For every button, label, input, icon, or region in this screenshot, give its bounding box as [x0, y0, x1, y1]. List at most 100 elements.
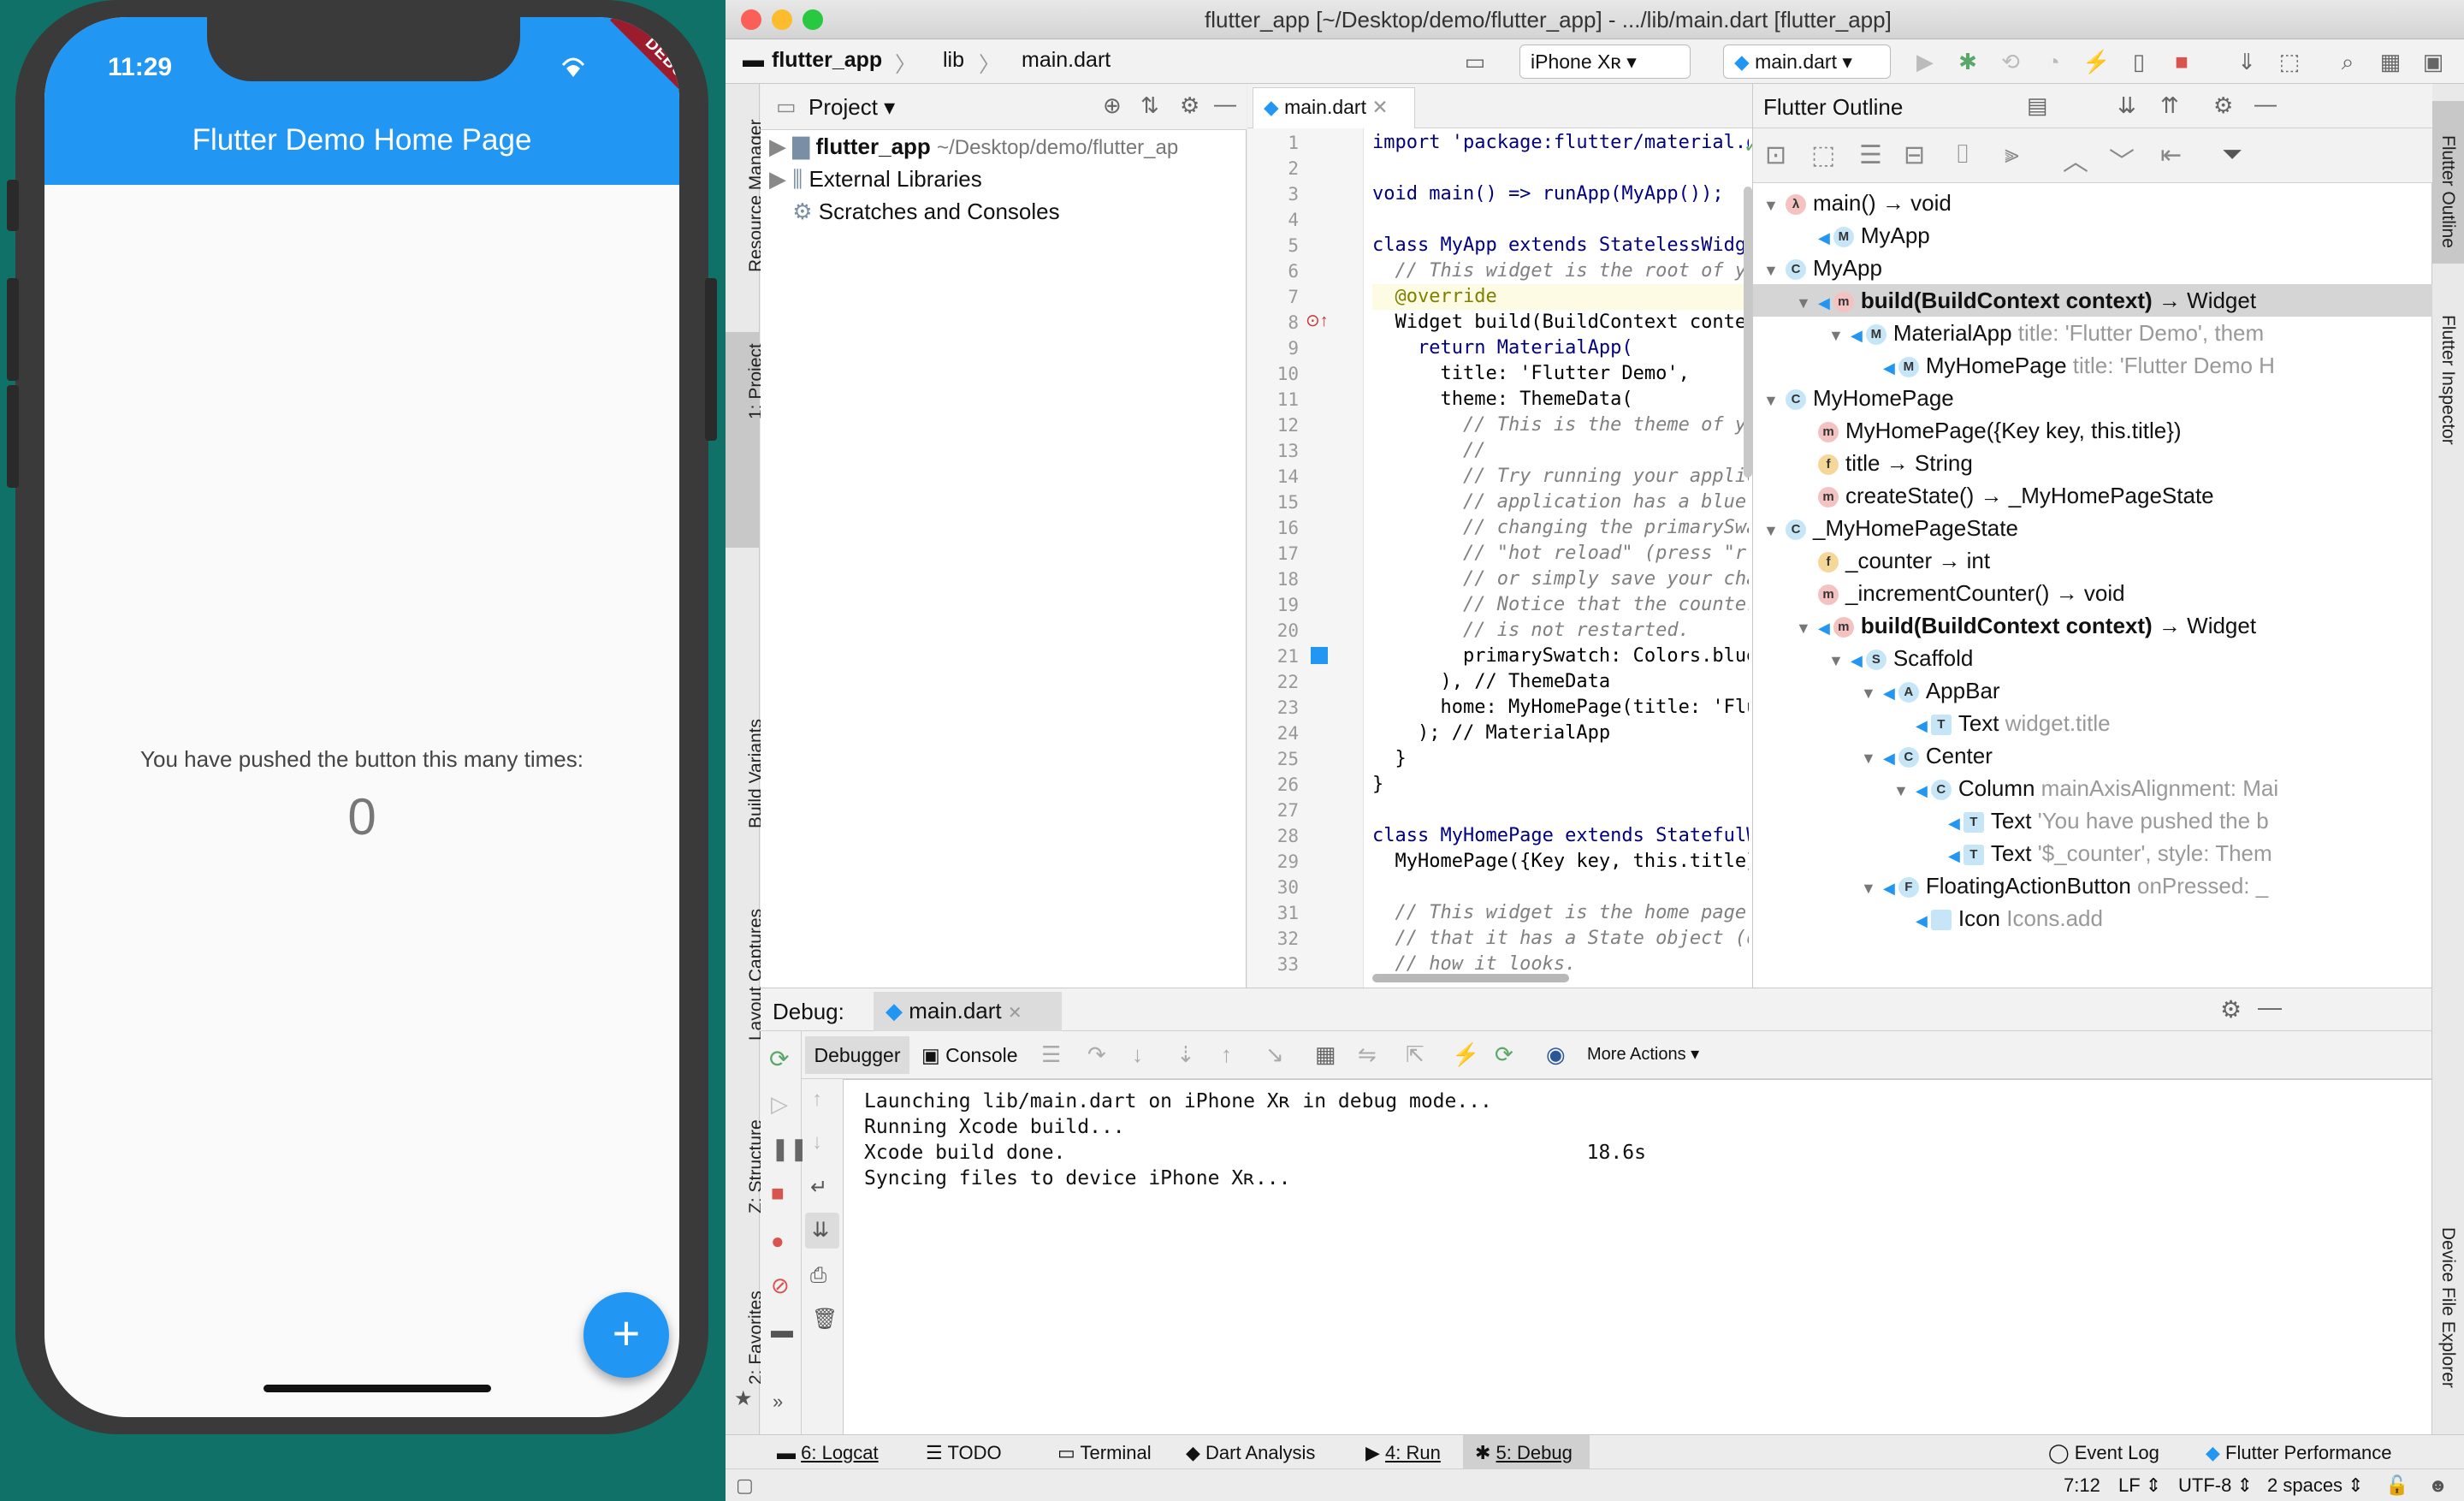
- close-window-button[interactable]: [741, 9, 761, 30]
- tree-item-project[interactable]: ▶ ▇ flutter_app ~/Desktop/demo/flutter_a…: [769, 133, 1178, 160]
- devtools-icon[interactable]: ◉: [1546, 1041, 1566, 1068]
- outline-row[interactable]: f _counter → int: [1753, 544, 2432, 577]
- tool-flutter-outline[interactable]: Flutter Outline: [2437, 135, 2458, 248]
- scroll-to-end-icon[interactable]: ⇊: [812, 1218, 829, 1243]
- code-line[interactable]: // changing the primarySwatch below to C…: [1372, 515, 1749, 541]
- comment-icon[interactable]: ▤: [2027, 92, 2048, 119]
- evaluate-icon[interactable]: ▦: [1315, 1041, 1336, 1068]
- resume-icon[interactable]: ▷: [771, 1091, 788, 1118]
- horizontal-scrollbar[interactable]: [1372, 974, 1569, 982]
- restore-layout-icon[interactable]: ⇱: [1406, 1041, 1424, 1068]
- outline-row[interactable]: ◀ M MyHomePage title: 'Flutter Demo H: [1753, 349, 2432, 382]
- hide-icon[interactable]: —: [2254, 91, 2277, 117]
- code-line[interactable]: class MyHomePage extends StatefulWidget …: [1372, 823, 1749, 849]
- hot-reload-icon[interactable]: ⚡: [1452, 1041, 1479, 1068]
- print-icon[interactable]: ⎙: [810, 1264, 826, 1288]
- breadcrumb-lib[interactable]: lib: [943, 48, 964, 73]
- code-line[interactable]: ); // MaterialApp: [1372, 721, 1749, 746]
- outline-row[interactable]: ▼ ◀ M MaterialApp title: 'Flutter Demo', th…: [1753, 317, 2432, 349]
- rerun-icon[interactable]: ⟳: [769, 1045, 789, 1073]
- outline-row[interactable]: f title → String: [1753, 447, 2432, 479]
- code-line[interactable]: primarySwatch: Colors.blue,: [1372, 644, 1749, 669]
- device-selector[interactable]: iPhone Xʀ ▾: [1519, 44, 1691, 79]
- tree-item-external-libraries[interactable]: ▶ ⫼ External Libraries: [769, 166, 982, 193]
- code-line[interactable]: // is not restarted.: [1372, 618, 1749, 644]
- indent-setting[interactable]: 2 spaces ⇕: [2267, 1474, 2364, 1497]
- down-icon[interactable]: ↓: [812, 1130, 822, 1154]
- code-line[interactable]: MyHomePage({Key key, this.title}) : supe…: [1372, 849, 1749, 875]
- layout-icon[interactable]: ▢: [736, 1474, 754, 1497]
- outline-row[interactable]: ◀ T Text '$_counter', style: Them: [1753, 837, 2432, 869]
- force-step-into-icon[interactable]: ⇣: [1176, 1041, 1195, 1068]
- tool-flutter-inspector[interactable]: Flutter Inspector: [2437, 315, 2458, 445]
- hot-reload-icon[interactable]: ⚡: [2082, 48, 2110, 75]
- collapse-icon[interactable]: ⇅: [1140, 92, 1159, 119]
- editor-tab-main-dart[interactable]: ◆ main.dart ✕: [1253, 87, 1415, 128]
- move-down-icon[interactable]: ﹀: [2109, 140, 2135, 178]
- outline-row[interactable]: ▼ C MyApp: [1753, 252, 2432, 284]
- layout-icon[interactable]: ☰: [1041, 1041, 1061, 1068]
- layout-icon[interactable]: ▬: [771, 1317, 793, 1344]
- code-line[interactable]: [1372, 207, 1749, 233]
- code-line[interactable]: void main() => runApp(MyApp());: [1372, 181, 1749, 207]
- soft-wrap-icon[interactable]: ↵: [810, 1175, 827, 1200]
- debugger-tab[interactable]: Debugger: [805, 1036, 909, 1074]
- expand-arrow-icon[interactable]: ▼: [1828, 644, 1851, 677]
- hot-restart-icon[interactable]: ⟳: [1495, 1041, 1513, 1068]
- layout-icon[interactable]: ▭: [1461, 48, 1489, 75]
- filter-icon[interactable]: ⏷: [2222, 140, 2242, 169]
- expand-arrow-icon[interactable]: ▼: [1796, 287, 1818, 319]
- outline-row[interactable]: ◀ T Text 'You have pushed the b: [1753, 804, 2432, 837]
- expand-arrow-icon[interactable]: ▼: [1828, 319, 1851, 352]
- code-line[interactable]: Widget build(BuildContext context) {: [1372, 310, 1749, 335]
- step-over-icon[interactable]: ↷: [1087, 1041, 1106, 1068]
- outline-row[interactable]: ▼ ◀ S Scaffold: [1753, 642, 2432, 674]
- hide-icon[interactable]: —: [2258, 994, 2282, 1021]
- increment-fab-button[interactable]: +: [583, 1292, 669, 1378]
- outline-row[interactable]: ▼ ◀ C Column mainAxisAlignment: Mai: [1753, 772, 2432, 804]
- gear-icon[interactable]: ⚙: [2213, 92, 2233, 119]
- run-to-cursor-icon[interactable]: ↘: [1265, 1041, 1284, 1068]
- breadcrumb-project[interactable]: flutter_app: [772, 48, 882, 73]
- code-line[interactable]: title: 'Flutter Demo',: [1372, 361, 1749, 387]
- tool-device-file-explorer[interactable]: Device File Explorer: [2437, 1227, 2458, 1388]
- collapse-all-icon[interactable]: ⇈: [2160, 92, 2179, 119]
- expand-all-icon[interactable]: ⇊: [2118, 92, 2136, 119]
- wrap-row-icon[interactable]: ⊟: [1904, 140, 1925, 170]
- remove-widget-icon[interactable]: ⇤: [2160, 140, 2182, 170]
- gear-icon[interactable]: ⚙: [1180, 92, 1199, 119]
- expand-arrow-icon[interactable]: ▼: [1796, 612, 1818, 644]
- stop-icon[interactable]: ■: [771, 1180, 785, 1207]
- debug-session-tab[interactable]: ◆ main.dart ✕: [874, 992, 1062, 1031]
- device-icon[interactable]: ▯: [2125, 48, 2153, 75]
- view-breakpoints-icon[interactable]: ●: [771, 1228, 785, 1255]
- step-into-icon[interactable]: ↓: [1132, 1041, 1143, 1068]
- profile-icon[interactable]: ◔: [2040, 48, 2067, 75]
- code-line[interactable]: // application has a blue toolbar. Then,…: [1372, 489, 1749, 515]
- code-line[interactable]: // Try running your application with "fl…: [1372, 464, 1749, 489]
- expand-arrow-icon[interactable]: ▼: [1893, 774, 1916, 807]
- tab-dart-analysis[interactable]: ◆ Dart Analysis: [1186, 1442, 1315, 1464]
- hide-icon[interactable]: —: [1214, 91, 1236, 117]
- expand-arrow-icon[interactable]: ▼: [1763, 514, 1786, 547]
- project-structure-icon[interactable]: ▦: [2377, 48, 2404, 75]
- console-tab[interactable]: ▣ Console: [915, 1036, 1026, 1074]
- inspector-icon[interactable]: ☻: [2428, 1474, 2448, 1497]
- outline-row[interactable]: m _incrementCounter() → void: [1753, 577, 2432, 609]
- locate-icon[interactable]: ⊕: [1103, 92, 1122, 119]
- code-line[interactable]: return MaterialApp(: [1372, 335, 1749, 361]
- run-config-selector[interactable]: ◆ main.dart ▾: [1723, 44, 1891, 79]
- console-output[interactable]: Launching lib/main.dart on iPhone Xʀ in …: [843, 1079, 2431, 1435]
- code-line[interactable]: // This is the theme of your application…: [1372, 412, 1749, 438]
- close-icon[interactable]: ✕: [1008, 1004, 1022, 1023]
- code-line[interactable]: @override: [1372, 284, 1749, 310]
- code-line[interactable]: home: MyHomePage(title: 'Flutter Demo Ho…: [1372, 695, 1749, 721]
- run-icon[interactable]: ▶: [1911, 48, 1939, 75]
- gear-icon[interactable]: ⚙: [2220, 995, 2242, 1023]
- add-padding-icon[interactable]: ⬚: [1811, 140, 1835, 170]
- code-line[interactable]: // that it has a State object (defined b…: [1372, 926, 1749, 952]
- code-line[interactable]: //: [1372, 438, 1749, 464]
- code-line[interactable]: ), // ThemeData: [1372, 669, 1749, 695]
- code-line[interactable]: // "hot reload" (press "r" in the consol…: [1372, 541, 1749, 567]
- debug-icon[interactable]: ✱: [1954, 48, 1981, 75]
